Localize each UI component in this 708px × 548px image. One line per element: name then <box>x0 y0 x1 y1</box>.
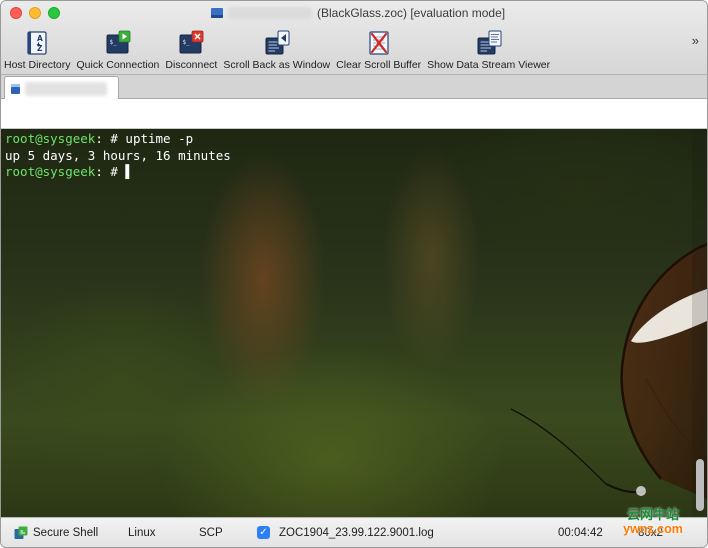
emulation-type[interactable]: Linux <box>128 527 156 539</box>
terminal-stop-icon: $_ <box>178 30 204 56</box>
watermark-line-1: 云网牛站 <box>626 507 679 522</box>
status-bar: Secure Shell Linux SCP ✓ ZOC1904_23.99.1… <box>1 517 707 547</box>
logging-checkbox[interactable]: ✓ <box>257 526 270 539</box>
terminal-view[interactable]: root@sysgeek: # uptime -p up 5 days, 3 ho… <box>1 129 707 517</box>
clear-buffer-icon <box>366 30 392 56</box>
window-title: (BlackGlass.zoc) [evaluation mode] <box>211 5 505 21</box>
site-watermark: 云网牛站 ywnz.com <box>618 507 688 537</box>
terminal-line-3: root@sysgeek: # ▌ <box>5 164 231 181</box>
command-text: uptime -p <box>125 131 194 146</box>
secure-shell-icon <box>14 526 28 540</box>
terminal-play-icon: $_ <box>105 30 131 56</box>
command-output: up 5 days, 3 hours, 16 minutes <box>5 147 231 163</box>
connection-type[interactable]: Secure Shell <box>33 527 98 539</box>
data-stream-icon <box>476 30 502 56</box>
watermark-line-2: ywnz.com <box>623 522 683 536</box>
transfer-protocol[interactable]: SCP <box>199 527 223 539</box>
log-file-name[interactable]: ZOC1904_23.99.122.9001.log <box>279 527 434 539</box>
terminal-cursor: ▌ <box>125 164 133 179</box>
close-window-button[interactable] <box>10 7 22 19</box>
redacted-host-name <box>228 7 312 19</box>
terminal-scrollbar-thumb[interactable] <box>696 459 704 511</box>
title-bar: (BlackGlass.zoc) [evaluation mode] A Z H… <box>1 1 707 75</box>
disconnect-label: Disconnect <box>165 59 218 71</box>
clear-scroll-buffer-label: Clear Scroll Buffer <box>336 59 422 71</box>
window-title-text: (BlackGlass.zoc) [evaluation mode] <box>317 6 506 20</box>
svg-text:A: A <box>37 34 43 43</box>
zoom-window-button[interactable] <box>48 7 60 19</box>
butterfly-wallpaper-decoration <box>510 242 707 499</box>
address-book-icon: A Z <box>24 30 50 56</box>
quick-connection-button[interactable]: $_ Quick Connection <box>74 25 163 71</box>
redacted-tab-title <box>25 81 107 96</box>
minimize-window-button[interactable] <box>29 7 41 19</box>
prompt-user-host: root@sysgeek <box>5 131 96 146</box>
host-directory-label: Host Directory <box>4 59 71 71</box>
session-tab-icon <box>11 83 20 94</box>
show-data-stream-viewer-button[interactable]: Show Data Stream Viewer <box>424 25 553 71</box>
toolbar-overflow-button[interactable]: » <box>692 33 699 48</box>
svg-text:$_: $_ <box>109 39 117 46</box>
scrollback-window-icon <box>264 30 290 56</box>
session-tab[interactable] <box>4 76 119 100</box>
disconnect-button[interactable]: $_ Disconnect <box>162 25 220 71</box>
prompt-separator: : # <box>95 164 126 179</box>
quick-connection-label: Quick Connection <box>76 59 160 71</box>
svg-text:$_: $_ <box>183 39 191 46</box>
scroll-back-as-window-button[interactable]: Scroll Back as Window <box>220 25 333 71</box>
host-directory-button[interactable]: A Z Host Directory <box>1 25 74 71</box>
toolbar: A Z Host Directory $_ Quick Connection $… <box>1 23 553 71</box>
prompt-user-host: root@sysgeek <box>5 164 96 179</box>
show-data-stream-viewer-label: Show Data Stream Viewer <box>427 59 551 71</box>
terminal-output: root@sysgeek: # uptime -p up 5 days, 3 ho… <box>5 131 231 181</box>
session-tab-strip <box>1 75 707 100</box>
document-icon <box>211 8 223 18</box>
tab-toolbar-area <box>1 99 707 129</box>
terminal-line-1: root@sysgeek: # uptime -p <box>5 131 231 148</box>
clear-scroll-buffer-button[interactable]: Clear Scroll Buffer <box>333 25 424 71</box>
terminal-line-2: up 5 days, 3 hours, 16 minutes <box>5 148 231 165</box>
session-timer: 00:04:42 <box>558 527 603 539</box>
scroll-back-as-window-label: Scroll Back as Window <box>223 59 331 71</box>
prompt-separator: : # <box>95 131 126 146</box>
app-window: (BlackGlass.zoc) [evaluation mode] A Z H… <box>0 0 708 548</box>
